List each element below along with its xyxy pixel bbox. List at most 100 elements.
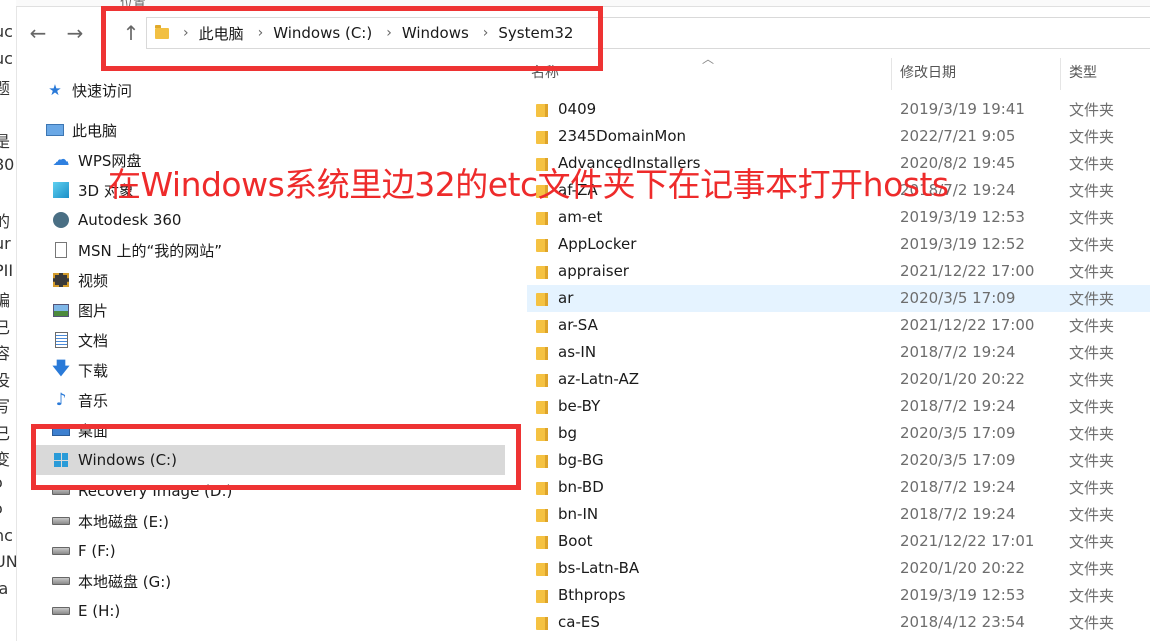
- sidebar-item[interactable]: E (H:): [16, 596, 496, 626]
- drive-icon: [52, 603, 70, 619]
- file-row[interactable]: bg 2020/3/5 17:09 文件夹: [527, 420, 1150, 447]
- forward-button[interactable]: →: [62, 20, 88, 46]
- chevron-right-icon[interactable]: ›: [483, 25, 489, 41]
- address-bar[interactable]: › 此电脑 › Windows (C:) › Windows › System3…: [146, 17, 1150, 49]
- file-type: 文件夹: [1069, 532, 1115, 551]
- adjacent-text-fragment: ɔ: [0, 473, 3, 492]
- adjacent-text-fragment: 、: [0, 102, 10, 126]
- sidebar-item[interactable]: Recovery Image (D:): [16, 476, 496, 506]
- download-icon: 🡇: [52, 358, 70, 379]
- sidebar-item[interactable]: 🡇 下载: [16, 355, 496, 385]
- sidebar-item[interactable]: 文档: [16, 325, 496, 355]
- file-row[interactable]: as-IN 2018/7/2 19:24 文件夹: [527, 339, 1150, 366]
- adjacent-text-fragment: UN: [0, 552, 17, 571]
- file-row[interactable]: bs-Latn-BA 2020/1/20 20:22 文件夹: [527, 555, 1150, 582]
- file-name: ar-SA: [558, 316, 598, 334]
- column-divider[interactable]: [1060, 58, 1061, 90]
- file-row[interactable]: Boot 2021/12/22 17:01 文件夹: [527, 528, 1150, 555]
- picture-icon: [52, 302, 70, 318]
- sidebar-item-label: 本地磁盘 (E:): [78, 512, 170, 531]
- column-type-label: 类型: [1069, 65, 1097, 81]
- back-button[interactable]: ←: [25, 20, 51, 46]
- folder-icon: [536, 454, 548, 468]
- back-arrow-icon: ←: [29, 21, 47, 45]
- file-row[interactable]: az-Latn-AZ 2020/1/20 20:22 文件夹: [527, 366, 1150, 393]
- adjacent-window-strip: ucuc题、是80、的urPII编已容没写已变ɔɔncUNja: [0, 0, 17, 641]
- star-icon: ★: [48, 81, 62, 99]
- file-row[interactable]: 0409 2019/3/19 19:41 文件夹: [527, 96, 1150, 123]
- navigation-pane: ★ 快速访问 此电脑 ☁ WPS网盘 3D 对象 Autodesk 360 MSN 上的“我的…: [16, 70, 516, 641]
- file-date: 2022/7/21 9:05: [900, 127, 1016, 145]
- adjacent-text-fragment: 没: [0, 367, 10, 391]
- file-type: 文件夹: [1069, 613, 1115, 632]
- file-row[interactable]: AppLocker 2019/3/19 12:52 文件夹: [527, 231, 1150, 258]
- file-row[interactable]: Bthprops 2019/3/19 12:53 文件夹: [527, 582, 1150, 609]
- file-row[interactable]: am-et 2019/3/19 12:53 文件夹: [527, 204, 1150, 231]
- document-icon: [52, 242, 70, 258]
- file-row[interactable]: ar 2020/3/5 17:09 文件夹: [527, 284, 1150, 312]
- chevron-right-icon[interactable]: ›: [183, 25, 189, 41]
- file-name: ar: [558, 289, 574, 307]
- file-type: 文件夹: [1069, 235, 1115, 254]
- adjacent-text-fragment: 已: [0, 314, 10, 338]
- file-row[interactable]: be-BY 2018/7/2 19:24 文件夹: [527, 393, 1150, 420]
- sidebar-item-label: 桌面: [78, 421, 109, 440]
- chevron-right-icon[interactable]: ›: [258, 25, 264, 41]
- file-row[interactable]: bn-BD 2018/7/2 19:24 文件夹: [527, 474, 1150, 501]
- file-row[interactable]: bn-IN 2018/7/2 19:24 文件夹: [527, 501, 1150, 528]
- sidebar-item[interactable]: Windows (C:): [36, 445, 505, 475]
- file-name: 2345DomainMon: [558, 127, 687, 145]
- breadcrumb-this-pc[interactable]: 此电脑: [199, 23, 244, 44]
- file-type: 文件夹: [1069, 127, 1115, 146]
- file-date: 2018/7/2 19:24: [900, 397, 1016, 415]
- file-date: 2019/3/19 12:52: [900, 235, 1025, 253]
- adjacent-text-fragment: 题: [0, 75, 10, 99]
- sidebar-item[interactable]: MSN 上的“我的网站”: [16, 235, 496, 265]
- drive-icon: [52, 483, 70, 499]
- file-type: 文件夹: [1069, 208, 1115, 227]
- breadcrumb-windows-c[interactable]: Windows (C:): [273, 24, 372, 42]
- column-header-name[interactable]: 名称: [531, 58, 559, 86]
- sidebar-item[interactable]: F (F:): [16, 536, 496, 566]
- folder-icon: [536, 103, 548, 117]
- folder-icon: [536, 319, 548, 333]
- column-header-date[interactable]: 修改日期: [900, 58, 956, 86]
- file-row[interactable]: bg-BG 2020/3/5 17:09 文件夹: [527, 447, 1150, 474]
- adjacent-text-fragment: PII: [0, 260, 14, 280]
- file-row[interactable]: ca-ES 2018/4/12 23:54 文件夹: [527, 609, 1150, 636]
- sidebar-item-label: Autodesk 360: [78, 211, 182, 229]
- forward-arrow-icon: →: [66, 21, 84, 45]
- adjacent-text-fragment: 80: [0, 154, 15, 174]
- file-type: 文件夹: [1069, 154, 1115, 173]
- sidebar-item[interactable]: ★ 快速访问: [16, 75, 496, 105]
- file-type: 文件夹: [1069, 181, 1115, 200]
- up-button[interactable]: ↑: [118, 20, 144, 46]
- file-date: 2020/3/5 17:09: [900, 451, 1016, 469]
- breadcrumb-windows[interactable]: Windows: [402, 24, 469, 42]
- sidebar-item[interactable]: Autodesk 360: [16, 205, 496, 235]
- sidebar-item[interactable]: 图片: [16, 295, 496, 325]
- sidebar-item[interactable]: 本地磁盘 (E:): [16, 506, 496, 536]
- adjacent-text-fragment: nc: [0, 525, 13, 545]
- sidebar-item[interactable]: ♪ 音乐: [16, 385, 496, 415]
- column-divider[interactable]: [891, 58, 892, 90]
- sidebar-item-label: 图片: [78, 301, 109, 320]
- file-date: 2018/7/2 19:24: [900, 505, 1016, 523]
- file-row[interactable]: ar-SA 2021/12/22 17:00 文件夹: [527, 312, 1150, 339]
- chevron-right-icon[interactable]: ›: [386, 25, 392, 41]
- adjacent-text-fragment: 写: [0, 393, 10, 417]
- folder-icon: [536, 265, 548, 279]
- file-date: 2020/1/20 20:22: [900, 370, 1025, 388]
- column-header-type[interactable]: 类型: [1069, 58, 1097, 86]
- file-row[interactable]: 2345DomainMon 2022/7/21 9:05 文件夹: [527, 123, 1150, 150]
- file-row[interactable]: appraiser 2021/12/22 17:00 文件夹: [527, 258, 1150, 285]
- up-arrow-icon: ↑: [122, 21, 140, 45]
- sidebar-item[interactable]: 视频: [16, 265, 496, 295]
- sidebar-item[interactable]: 此电脑: [16, 115, 496, 145]
- sidebar-item[interactable]: 本地磁盘 (G:): [16, 566, 496, 596]
- file-type: 文件夹: [1069, 370, 1115, 389]
- adjacent-text-fragment: 编: [0, 287, 10, 311]
- file-date: 2018/7/2 19:24: [900, 343, 1016, 361]
- breadcrumb-system32[interactable]: System32: [498, 24, 573, 42]
- sidebar-item[interactable]: 桌面: [16, 415, 496, 445]
